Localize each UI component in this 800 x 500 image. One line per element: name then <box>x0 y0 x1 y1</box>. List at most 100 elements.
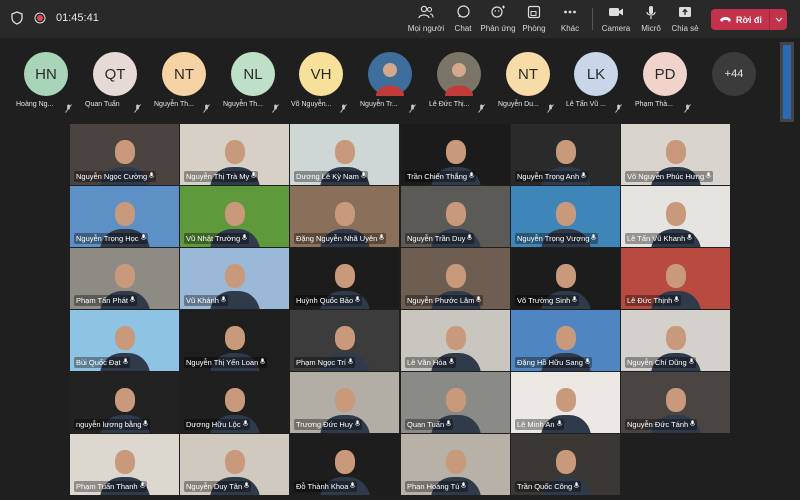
more-participants-button[interactable]: +44 <box>712 52 756 96</box>
leave-button[interactable]: Rời đi <box>711 9 787 30</box>
video-tile[interactable]: Nguyễn Trọng Anh <box>511 124 620 185</box>
tile-participant-name: Lê Đức Thịnh <box>627 296 673 305</box>
tile-participant-name: Đỗ Thành Khoa <box>296 482 349 491</box>
video-tile[interactable]: Trần Quốc Công <box>511 434 620 495</box>
participant-name: Võ Nguyễn... <box>291 101 332 108</box>
tile-name-label: Quan Tuấn <box>405 419 454 430</box>
participant-avatar[interactable] <box>368 52 412 96</box>
participant-video-face <box>555 325 576 350</box>
share-button[interactable]: Chia sẻ <box>662 5 708 33</box>
video-tile[interactable]: Dương Hữu Lộc <box>180 372 289 433</box>
participant-video-face <box>445 139 466 164</box>
video-tile[interactable]: nguyễn lương bằng <box>70 372 179 433</box>
avatar-photo <box>376 63 404 96</box>
video-tile[interactable]: Đặng Nguyễn Nhã Uyên <box>290 186 399 247</box>
tile-name-label: Dương Lê Kỳ Nam <box>294 171 368 182</box>
video-tile[interactable]: Nguyễn Phước Lâm <box>401 248 510 309</box>
participant-avatar[interactable]: NT <box>506 52 550 96</box>
video-tile[interactable]: Trần Chiến Thắng <box>401 124 510 185</box>
participant-avatar[interactable]: HN <box>24 52 68 96</box>
participant-video-face <box>224 325 245 350</box>
participant-video-face <box>445 325 466 350</box>
video-tile[interactable]: Trương Đức Huy <box>290 372 399 433</box>
video-tile[interactable]: Phạm Tấn Phát <box>70 248 179 309</box>
participant-video-face <box>665 139 686 164</box>
video-tile[interactable]: Vũ Nhật Trường <box>180 186 289 247</box>
tile-name-label: Vũ Khánh <box>184 295 228 306</box>
video-tile[interactable]: Lê Minh An <box>511 372 620 433</box>
mic-icon <box>591 234 597 243</box>
participant-name: Phạm Thà... <box>635 101 674 108</box>
tile-name-label: Trần Quốc Công <box>515 481 582 492</box>
mic-icon <box>674 296 680 305</box>
tile-participant-name: Nguyễn Trọng Học <box>76 234 139 243</box>
tile-participant-name: Nguyễn Trọng Vượng <box>517 234 590 243</box>
mic-icon <box>556 420 562 429</box>
avatar-initials: PD <box>654 65 676 83</box>
video-tile[interactable]: Dương Lê Kỳ Nam <box>290 124 399 185</box>
participant-name: Nguyễn Th... <box>223 101 263 108</box>
participant-avatar[interactable] <box>437 52 481 96</box>
participant-scrollbar[interactable] <box>780 42 794 122</box>
participant-avatar[interactable]: LK <box>574 52 618 96</box>
avatar-initials: VH <box>310 65 332 83</box>
participant-avatar[interactable]: PD <box>643 52 687 96</box>
participant-video-face <box>665 201 686 226</box>
participant-avatar[interactable]: QT <box>93 52 137 96</box>
video-tile[interactable]: Lê Văn Hòa <box>401 310 510 371</box>
participant-avatar[interactable]: NT <box>162 52 206 96</box>
tile-participant-name: Huỳnh Quốc Bảo <box>296 296 354 305</box>
mic-icon <box>242 420 248 429</box>
avatar-initials: NT <box>174 65 194 83</box>
video-tile[interactable]: Phan Hoàng Tú <box>401 434 510 495</box>
video-tile[interactable]: Vũ Khánh <box>180 248 289 309</box>
video-tile[interactable]: Nguyễn Trần Duy <box>401 186 510 247</box>
video-tile[interactable]: Đặng Hồ Hữu Sang <box>511 310 620 371</box>
participant-video-face <box>334 139 355 164</box>
avatar-photo <box>445 63 473 96</box>
tile-name-label: Trần Chiến Thắng <box>405 171 477 182</box>
leave-options-chevron-icon[interactable] <box>769 9 787 30</box>
video-tile[interactable]: Nguyễn Đức Tánh <box>621 372 730 433</box>
video-grid: Nguyễn Ngọc Cường Nguyễn Thị Trà My Dương … <box>70 124 732 496</box>
video-tile[interactable]: Đỗ Thành Khoa <box>290 434 399 495</box>
video-tile[interactable]: Nguyễn Thị Yến Loan <box>180 310 289 371</box>
video-tile[interactable]: Nguyễn Trọng Học <box>70 186 179 247</box>
video-tile[interactable]: Nguyễn Thị Trà My <box>180 124 289 185</box>
video-tile[interactable]: Võ Nguyễn Phúc Hưng <box>621 124 730 185</box>
participant-name: Lê Tấn Vũ ... <box>566 101 606 108</box>
video-tile[interactable]: Nguyễn Chí Dũng <box>621 310 730 371</box>
scrollbar-thumb[interactable] <box>783 45 791 119</box>
participant-avatar[interactable]: NL <box>231 52 275 96</box>
tile-participant-name: Lê Minh An <box>517 420 555 429</box>
mic-icon <box>130 296 135 305</box>
video-tile[interactable]: Nguyễn Duy Tân <box>180 434 289 495</box>
mic-icon <box>690 420 695 429</box>
video-tile[interactable]: Bùi Quốc Đạt <box>70 310 179 371</box>
mic-icon <box>687 234 693 243</box>
participant-video-face <box>665 263 686 288</box>
video-tile[interactable]: Huỳnh Quốc Bảo <box>290 248 399 309</box>
mic-icon <box>251 172 257 181</box>
video-tile[interactable]: Nguyễn Trọng Vượng <box>511 186 620 247</box>
tile-name-label: Huỳnh Quốc Bảo <box>294 295 363 306</box>
video-tile[interactable]: Quan Tuấn <box>401 372 510 433</box>
mic-icon <box>122 358 128 367</box>
tile-name-label: Đặng Hồ Hữu Sang <box>515 357 592 368</box>
participant-name: Nguyễn Th... <box>154 101 194 108</box>
video-tile[interactable]: Lê Đức Thịnh <box>621 248 730 309</box>
video-tile[interactable]: Phạm Tuấn Thanh <box>70 434 179 495</box>
participant-video-face <box>445 263 466 288</box>
more-options-button[interactable]: Khác <box>547 5 593 33</box>
participant-avatar[interactable]: VH <box>299 52 343 96</box>
participant-video-face <box>334 263 355 288</box>
tile-participant-name: Nguyễn Trần Duy <box>407 234 466 243</box>
mic-icon <box>139 482 145 491</box>
tile-participant-name: Trần Chiến Thắng <box>407 172 468 181</box>
video-tile[interactable]: Phạm Ngọc Trí <box>290 310 399 371</box>
video-tile[interactable]: Lê Tấn Vũ Khanh <box>621 186 730 247</box>
mic-icon <box>140 234 146 243</box>
video-tile[interactable]: Nguyễn Ngọc Cường <box>70 124 179 185</box>
participant-video-face <box>555 387 576 412</box>
video-tile[interactable]: Võ Trường Sinh <box>511 248 620 309</box>
